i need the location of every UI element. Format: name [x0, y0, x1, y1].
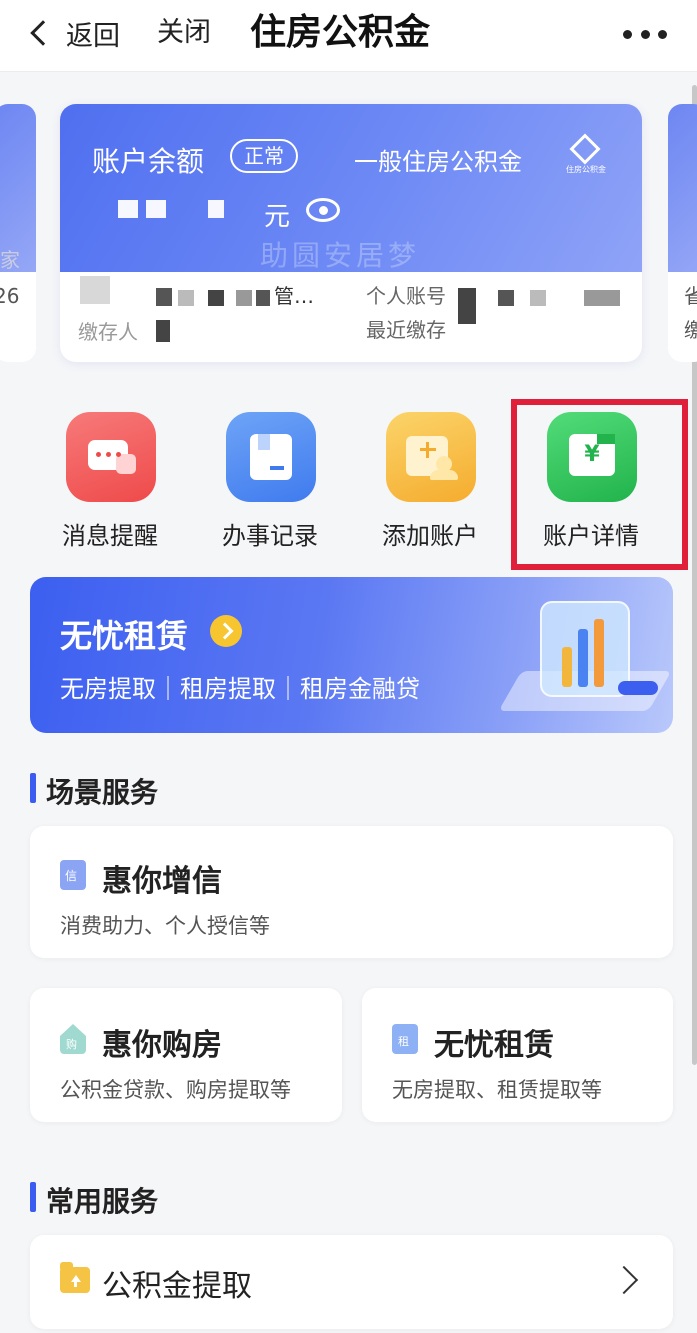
- nav-bar: 返回 关闭 住房公积金: [0, 0, 697, 72]
- quick-entry-records[interactable]: 办事记录: [200, 412, 340, 562]
- arrow-right-icon: [210, 615, 242, 647]
- quick-entry-label: 办事记录: [222, 522, 318, 550]
- last-paid-label: 最近缴存: [366, 318, 446, 342]
- masked-text: [530, 290, 546, 306]
- rental-building-icon: 租: [392, 1024, 418, 1054]
- masked-text: [178, 290, 194, 306]
- service-card-rental[interactable]: 租 无忧租赁 无房提取、租赁提取等: [362, 988, 673, 1122]
- masked-text: [498, 290, 514, 306]
- account-type: 一般住房公积金: [354, 148, 522, 176]
- service-row-withdrawal[interactable]: 公积金提取: [30, 1235, 673, 1329]
- bar-chart-illustration: [498, 591, 672, 731]
- credit-doc-icon: 信: [60, 860, 86, 890]
- back-label: 返回: [66, 20, 120, 52]
- record-icon: [226, 412, 316, 502]
- more-menu-icon[interactable]: [623, 24, 667, 44]
- quick-entry-label: 消息提醒: [62, 522, 158, 550]
- unit-name-partial: 管…: [274, 284, 314, 308]
- masked-text: [156, 320, 170, 342]
- quick-entry-add-account[interactable]: 添加账户: [360, 412, 500, 562]
- status-badge: 正常: [230, 139, 298, 173]
- quick-entry-label: 添加账户: [382, 522, 478, 550]
- message-icon: [66, 412, 156, 502]
- masked-balance: [118, 200, 138, 218]
- add-account-icon: [386, 412, 476, 502]
- account-card[interactable]: 账户余额 正常 一般住房公积金 住房公积金 元 助圆安居梦 管… 缴存人 个人账…: [60, 104, 642, 362]
- service-title: 无忧租赁: [434, 1028, 554, 1063]
- back-button[interactable]: 返回: [26, 13, 120, 53]
- quick-entry-messages[interactable]: 消息提醒: [40, 412, 180, 562]
- chevron-left-icon: [30, 20, 56, 46]
- service-title: 公积金提取: [102, 1269, 252, 1304]
- carousel-card-prev[interactable]: 家 26: [0, 104, 36, 362]
- peek-text: 缴: [684, 318, 697, 342]
- page-title: 住房公积金: [250, 12, 431, 53]
- personal-account-label: 个人账号: [366, 284, 446, 308]
- balance-label: 账户余额: [92, 145, 205, 178]
- peek-text: 省: [684, 284, 697, 308]
- service-card-credit[interactable]: 信 惠你增信 消费助力、个人授信等: [30, 826, 673, 958]
- highlight-box: [511, 399, 688, 570]
- eye-icon[interactable]: [306, 198, 340, 222]
- close-button[interactable]: 关闭: [157, 13, 211, 53]
- masked-text: [80, 276, 110, 304]
- payer-label: 缴存人: [78, 320, 138, 344]
- masked-balance: [208, 200, 224, 218]
- banner-title: 无忧租赁: [60, 617, 189, 655]
- house-icon: 购: [60, 1024, 86, 1054]
- account-card-header: 账户余额 正常 一般住房公积金 住房公积金 元 助圆安居梦: [60, 104, 642, 272]
- folder-upload-icon: [60, 1262, 90, 1293]
- masked-balance: [146, 200, 166, 218]
- banner-subtitle: 无房提取｜租房提取｜租房金融贷: [60, 675, 420, 703]
- masked-text: [156, 288, 172, 306]
- masked-text: [256, 290, 270, 306]
- masked-text: [208, 290, 224, 306]
- rental-banner[interactable]: 无忧租赁 无房提取｜租房提取｜租房金融贷: [30, 577, 673, 733]
- peek-text: 家: [0, 248, 20, 272]
- service-title: 惠你购房: [102, 1028, 222, 1063]
- service-title: 惠你增信: [102, 864, 222, 899]
- masked-text: [458, 288, 476, 324]
- slogan-watermark: 助圆安居梦: [260, 239, 421, 272]
- masked-text: [236, 290, 252, 306]
- housing-fund-logo: 住房公积金: [560, 133, 612, 182]
- service-card-purchase[interactable]: 购 惠你购房 公积金贷款、购房提取等: [30, 988, 342, 1122]
- balance-unit: 元: [264, 202, 291, 232]
- service-desc: 消费助力、个人授信等: [60, 914, 270, 938]
- carousel-card-next[interactable]: 省 缴: [668, 104, 697, 362]
- masked-text: [584, 290, 620, 306]
- peek-text: 26: [0, 284, 20, 308]
- chevron-right-icon: [609, 1265, 639, 1295]
- service-desc: 公积金贷款、购房提取等: [60, 1078, 291, 1102]
- service-desc: 无房提取、租赁提取等: [392, 1078, 602, 1102]
